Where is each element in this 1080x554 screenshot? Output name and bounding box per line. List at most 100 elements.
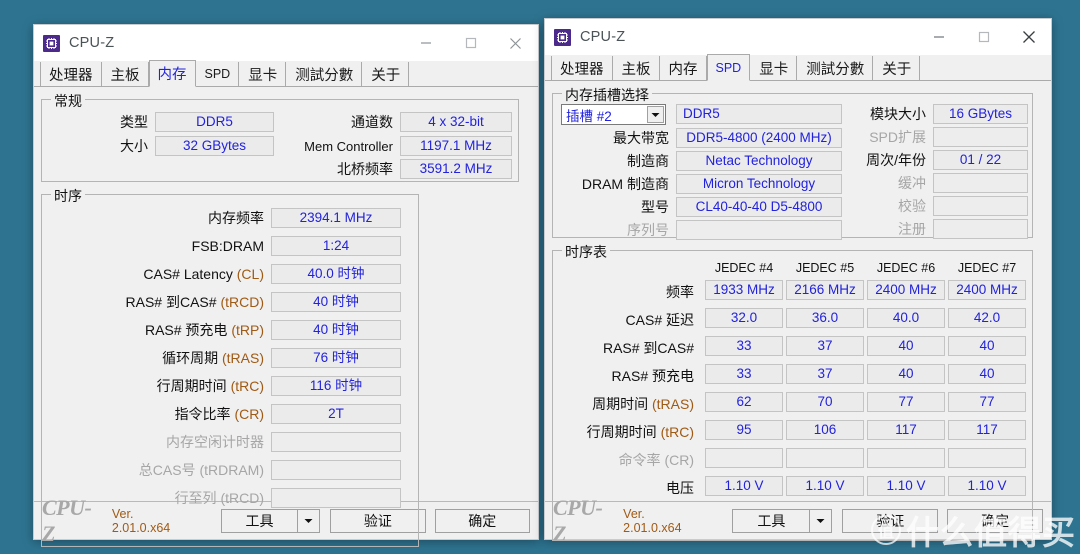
chevron-down-icon[interactable]: [647, 106, 664, 123]
timing-cell: 1.10 V: [786, 476, 864, 496]
cpuz-window-spd[interactable]: CPU-Z 处理器 主板 内存 SPD 显卡 测試分數 关于 内存插槽选择 插槽…: [544, 18, 1052, 546]
timing-cell: [786, 448, 864, 468]
tab-mainboard[interactable]: 主板: [101, 62, 149, 86]
timing-cell: [705, 448, 783, 468]
timing-row-label: 行周期时间 (tRC): [586, 424, 694, 440]
tab-bench[interactable]: 测試分數: [286, 62, 363, 86]
timing-cell: 40: [867, 336, 945, 356]
tab-spd[interactable]: SPD: [195, 62, 240, 86]
slot-detail-value: Netac Technology: [676, 151, 842, 171]
timing-cell: 33: [705, 364, 783, 384]
timings-group: 时序 内存频率 2394.1 MHz FSB:DRAM 1:24 CAS# Latenc…: [41, 186, 419, 547]
timing-label: 循环周期 (tRAS): [162, 350, 264, 366]
timing-row-label: 频率: [666, 284, 694, 300]
window-controls: [916, 19, 1051, 55]
size-label: 大小: [120, 138, 148, 154]
timing-cell: 36.0: [786, 308, 864, 328]
timing-cell: 40: [867, 364, 945, 384]
timing-label: RAS# 预充电 (tRP): [144, 322, 264, 338]
slot-info-value: [933, 219, 1028, 239]
timing-row-label: CAS# 延迟: [625, 312, 694, 328]
maximize-icon[interactable]: [961, 19, 1006, 55]
tab-mainboard[interactable]: 主板: [612, 56, 660, 80]
timing-cell: 70: [786, 392, 864, 412]
tab-memory[interactable]: 内存: [148, 60, 196, 87]
general-group: 常规 类型 DDR5 大小 32 GBytes 通道数 4 x 32-bit M…: [41, 91, 519, 182]
tab-about[interactable]: 关于: [873, 56, 921, 80]
timing-row-label: 命令率 (CR): [618, 452, 694, 468]
timing-cell: 1.10 V: [948, 476, 1026, 496]
cpuz-logo-icon: [554, 28, 571, 46]
timing-cell: 37: [786, 364, 864, 384]
timing-cell: 1.10 V: [705, 476, 783, 496]
slot-select-dropdown[interactable]: 插槽 #2: [561, 104, 666, 125]
close-icon[interactable]: [493, 25, 538, 61]
timing-cell: 117: [948, 420, 1026, 440]
timing-row: 行至列 (tRCD): [42, 488, 410, 508]
timing-row: 行周期时间 (tRC) 116 时钟: [42, 376, 410, 396]
type-label: 类型: [120, 114, 148, 130]
slot-detail-label: DRAM 制造商: [581, 176, 669, 192]
timing-label: 内存空闲计时器: [166, 434, 264, 450]
timing-cell: 32.0: [705, 308, 783, 328]
tab-processor[interactable]: 处理器: [40, 62, 102, 86]
window-title: CPU-Z: [580, 29, 626, 45]
timing-cell: [867, 448, 945, 468]
timing-cell: 40: [948, 364, 1026, 384]
slot-detail-row: DRAM 制造商 Micron Technology: [553, 174, 843, 194]
timing-label: 行周期时间 (tRC): [156, 378, 264, 394]
tab-strip[interactable]: 处理器 主板 内存 SPD 显卡 测試分數 关于: [34, 60, 538, 87]
slot-detail-value: Micron Technology: [676, 174, 842, 194]
timing-value: 40 时钟: [271, 292, 401, 312]
timing-value: 40 时钟: [271, 320, 401, 340]
timing-value: [271, 488, 401, 508]
tab-bench[interactable]: 测試分數: [797, 56, 874, 80]
timing-cell: 62: [705, 392, 783, 412]
slot-detail-row: 型号 CL40-40-40 D5-4800: [553, 197, 843, 217]
timing-cell: 2400 MHz: [867, 280, 945, 300]
timing-row: 指令比率 (CR) 2T: [42, 404, 410, 424]
timing-row: 总CAS号 (tRDRAM): [42, 460, 410, 480]
timing-cell: 77: [867, 392, 945, 412]
tab-graphics[interactable]: 显卡: [239, 62, 287, 86]
tab-strip[interactable]: 处理器 主板 内存 SPD 显卡 测試分數 关于: [545, 54, 1051, 81]
slot-detail-row: 序列号: [553, 220, 843, 240]
spd-panel: 内存插槽选择 插槽 #2 DDR5 最大带宽 DDR5-4800 (2400 MH…: [545, 81, 1051, 541]
ok-button[interactable]: 确定: [434, 508, 531, 533]
timing-row: FSB:DRAM 1:24: [42, 236, 410, 256]
title-bar: CPU-Z: [545, 19, 1051, 55]
tab-memory[interactable]: 内存: [659, 56, 707, 80]
window-controls: [403, 25, 538, 61]
slot-info-row: 校验: [853, 196, 1028, 216]
timing-row: RAS# 到CAS# (tRCD) 40 时钟: [42, 292, 410, 312]
slot-select-value: 插槽 #2: [566, 108, 612, 124]
maximize-icon[interactable]: [448, 25, 493, 61]
slot-info-row: 周次/年份 01 / 22: [853, 150, 1028, 170]
timing-label: RAS# 到CAS# (tRCD): [125, 294, 264, 310]
timing-value: [271, 460, 401, 480]
slot-detail-row: 最大带宽 DDR5-4800 (2400 MHz): [553, 128, 843, 148]
timing-row: 内存频率 2394.1 MHz: [42, 208, 410, 228]
slot-info-label: 校验: [898, 198, 926, 214]
minimize-icon[interactable]: [916, 19, 961, 55]
module-type-value: DDR5: [676, 104, 842, 124]
close-icon[interactable]: [1006, 19, 1051, 55]
tab-spd[interactable]: SPD: [706, 54, 751, 81]
slot-info-label: 周次/年份: [866, 152, 926, 168]
timing-cell: 2400 MHz: [948, 280, 1026, 300]
timing-label: 总CAS号 (tRDRAM): [138, 462, 264, 478]
size-value: 32 GBytes: [155, 136, 274, 156]
timing-row: CAS# Latency (CL) 40.0 时钟: [42, 264, 410, 284]
timing-value: 1:24: [271, 236, 401, 256]
timing-cell: 40: [948, 336, 1026, 356]
slot-detail-label: 制造商: [627, 153, 669, 169]
minimize-icon[interactable]: [403, 25, 448, 61]
tab-processor[interactable]: 处理器: [551, 56, 613, 80]
cpuz-window-memory[interactable]: CPU-Z 处理器 主板 内存 SPD 显卡 测試分數 关于 常规 类型 DDR…: [33, 24, 539, 547]
slot-info-value: [933, 173, 1028, 193]
mem-controller-value: 1197.1 MHz: [400, 136, 512, 156]
timing-cell: 2166 MHz: [786, 280, 864, 300]
tab-graphics[interactable]: 显卡: [750, 56, 798, 80]
tab-about[interactable]: 关于: [362, 62, 410, 86]
general-legend: 常规: [51, 91, 85, 111]
